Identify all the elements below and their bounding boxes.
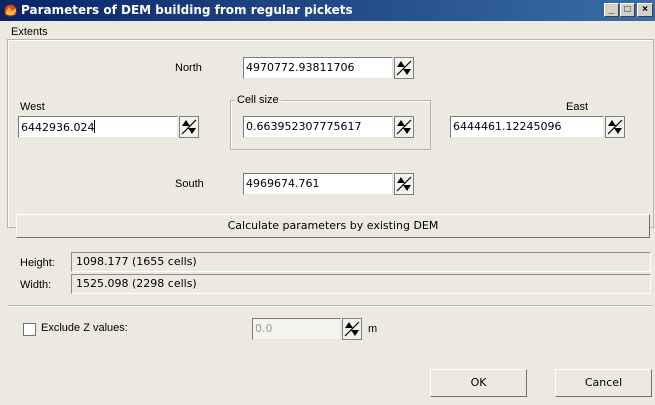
west-spin-arrows-icon[interactable] (179, 116, 199, 138)
height-label: Height: (20, 257, 55, 269)
dem-app-icon (4, 4, 17, 17)
south-spinbox[interactable]: 4969674.761 (243, 173, 414, 195)
south-input[interactable]: 4969674.761 (243, 173, 393, 195)
west-input[interactable]: 6442936.024 (18, 116, 178, 138)
north-spin-arrows-icon[interactable] (394, 57, 414, 79)
north-label: North (175, 62, 202, 74)
calculate-parameters-button[interactable]: Calculate parameters by existing DEM (16, 214, 650, 238)
cell-size-group-title: Cell size (235, 94, 281, 106)
dialog-window: Parameters of DEM building from regular … (0, 0, 655, 405)
north-input[interactable]: 4970772.93811706 (243, 57, 393, 79)
separator (8, 305, 652, 307)
east-spinbox[interactable]: 6444461.12245096 (450, 116, 625, 138)
minimize-button[interactable]: _ (604, 3, 619, 17)
ok-button[interactable]: OK (430, 369, 527, 397)
cell-size-spin-arrows-icon[interactable] (394, 116, 414, 138)
east-label: East (566, 101, 589, 113)
extents-group-title: Extents (9, 26, 50, 38)
exclude-z-unit: m (368, 323, 378, 335)
exclude-z-label: Exclude Z values: (41, 322, 128, 334)
height-value: 1098.177 (1655 cells) (71, 252, 651, 272)
west-value: 6442936.024 (21, 121, 95, 134)
width-label: Width: (20, 279, 52, 291)
window-title: Parameters of DEM building from regular … (21, 3, 353, 17)
east-spin-arrows-icon[interactable] (605, 116, 625, 138)
west-spinbox[interactable]: 6442936.024 (18, 116, 199, 138)
close-button[interactable]: × (637, 3, 653, 17)
cell-size-input[interactable]: 0.663952307775617 (243, 116, 393, 138)
cell-size-spinbox[interactable]: 0.663952307775617 (243, 116, 414, 138)
exclude-z-checkbox[interactable] (23, 323, 36, 336)
exclude-z-input[interactable]: 0.0 (252, 318, 341, 340)
south-label: South (175, 178, 204, 190)
cancel-button[interactable]: Cancel (555, 369, 652, 397)
text-caret (94, 120, 96, 133)
north-spinbox[interactable]: 4970772.93811706 (243, 57, 414, 79)
exclude-z-spin-arrows-icon[interactable] (342, 318, 362, 340)
width-value: 1525.098 (2298 cells) (71, 274, 651, 294)
west-label: West (20, 101, 45, 113)
exclude-z-spinbox[interactable]: 0.0 (252, 318, 362, 340)
south-spin-arrows-icon[interactable] (394, 173, 414, 195)
maximize-button[interactable]: □ (620, 3, 635, 17)
title-bar[interactable]: Parameters of DEM building from regular … (0, 0, 655, 21)
east-input[interactable]: 6444461.12245096 (450, 116, 604, 138)
